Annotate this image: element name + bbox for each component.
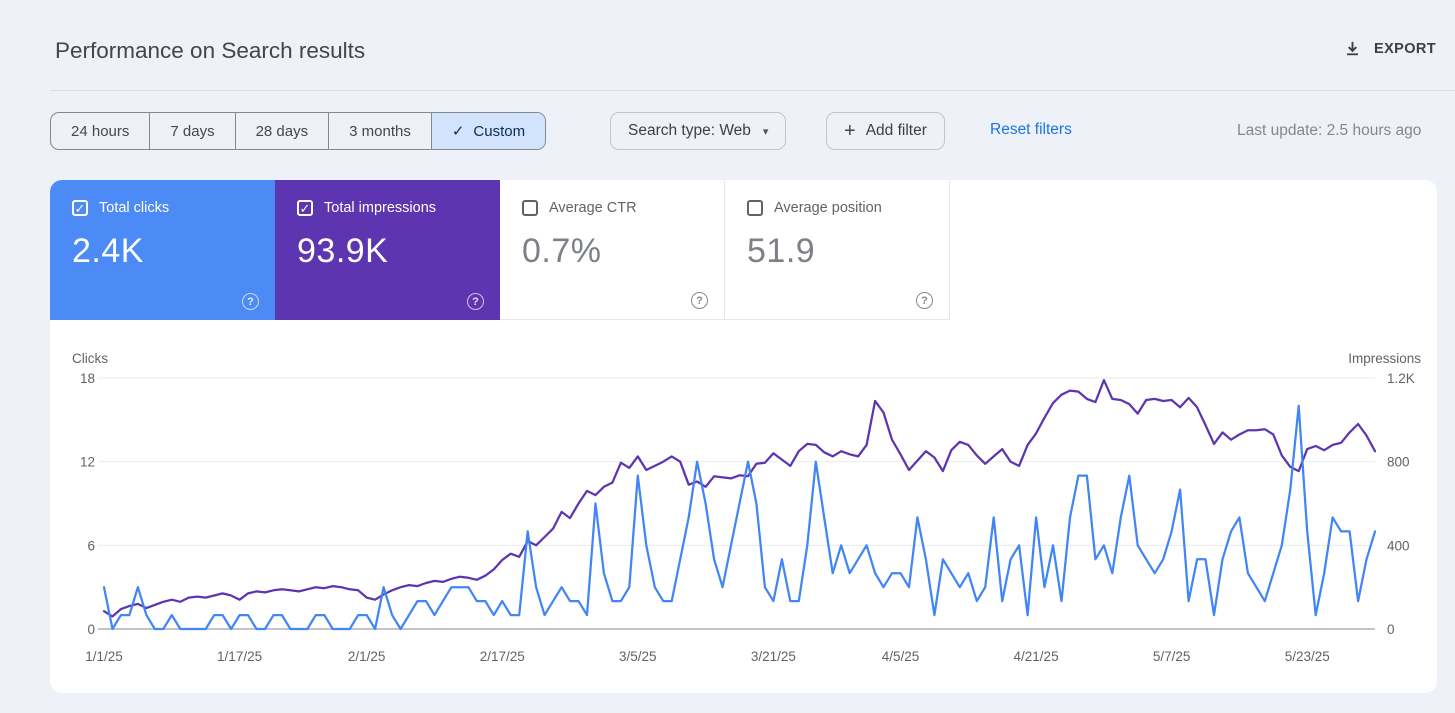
svg-text:Clicks: Clicks	[72, 351, 108, 366]
tab-custom[interactable]: ✓ Custom	[430, 113, 546, 149]
chevron-down-icon: ▾	[762, 125, 769, 138]
svg-text:6: 6	[87, 538, 95, 553]
svg-text:0: 0	[87, 622, 95, 637]
header-divider	[50, 90, 1455, 91]
tab-7-days[interactable]: 7 days	[149, 113, 234, 149]
performance-card: ✓ Total clicks 2.4K ? ✓ Total impression…	[50, 180, 1437, 693]
svg-text:2/17/25: 2/17/25	[480, 649, 525, 664]
search-type-dropdown[interactable]: Search type: Web ▾	[610, 112, 787, 150]
svg-text:1/1/25: 1/1/25	[85, 649, 123, 664]
export-button[interactable]: EXPORT	[1344, 40, 1436, 57]
svg-text:5/7/25: 5/7/25	[1153, 649, 1191, 664]
search-type-label: Search type: Web	[628, 122, 751, 139]
svg-text:18: 18	[80, 371, 95, 386]
performance-chart: 18 1.2K 12 800 6 400 0 0 Clicks Impressions 1/1/25…	[72, 351, 1421, 664]
tab-3-months[interactable]: 3 months	[328, 113, 431, 149]
add-filter-button[interactable]: + Add filter	[826, 112, 945, 150]
filter-bar: 24 hours 7 days 28 days 3 months ✓ Custo…	[0, 112, 1455, 150]
last-update-text: Last update: 2.5 hours ago	[1237, 122, 1422, 139]
date-range-tabs: 24 hours 7 days 28 days 3 months ✓ Custo…	[50, 112, 547, 150]
svg-text:12: 12	[80, 455, 95, 470]
svg-text:2/1/25: 2/1/25	[348, 649, 386, 664]
page-title: Performance on Search results	[55, 38, 366, 63]
plus-icon: +	[844, 120, 856, 142]
export-label: EXPORT	[1374, 40, 1437, 57]
tab-label: 3 months	[349, 122, 411, 140]
check-icon: ✓	[451, 123, 465, 140]
tab-label: 24 hours	[71, 122, 130, 140]
tab-24-hours[interactable]: 24 hours	[51, 113, 149, 149]
svg-text:3/5/25: 3/5/25	[619, 649, 657, 664]
svg-text:0: 0	[1387, 622, 1395, 637]
tab-label: Custom	[473, 122, 526, 140]
tab-label: 28 days	[255, 122, 309, 140]
add-filter-label: Add filter	[865, 122, 927, 139]
svg-text:1.2K: 1.2K	[1387, 371, 1415, 386]
svg-text:4/21/25: 4/21/25	[1014, 649, 1059, 664]
download-icon	[1344, 40, 1361, 57]
svg-text:5/23/25: 5/23/25	[1285, 649, 1330, 664]
svg-text:4/5/25: 4/5/25	[882, 649, 920, 664]
svg-text:800: 800	[1387, 455, 1410, 470]
tab-28-days[interactable]: 28 days	[234, 113, 329, 149]
reset-filters-link[interactable]: Reset filters	[990, 121, 1072, 139]
svg-text:400: 400	[1387, 538, 1410, 553]
svg-text:1/17/25: 1/17/25	[217, 649, 262, 664]
tab-label: 7 days	[170, 122, 215, 140]
svg-text:Impressions: Impressions	[1348, 351, 1421, 366]
svg-text:3/21/25: 3/21/25	[751, 649, 796, 664]
